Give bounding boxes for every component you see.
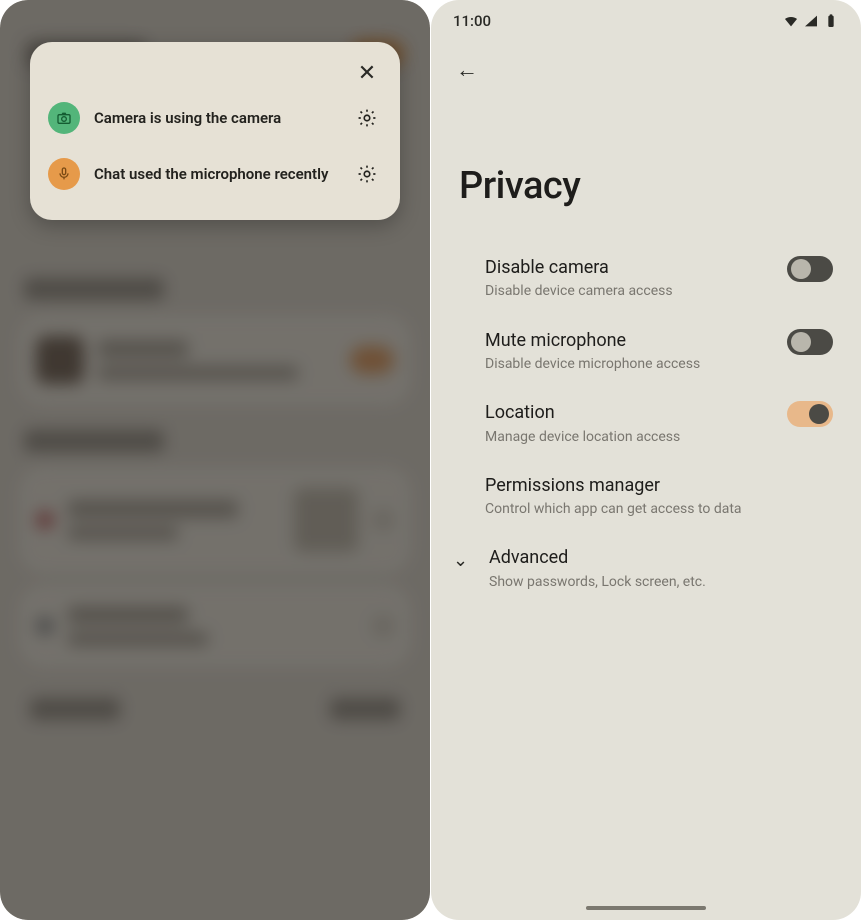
setting-location[interactable]: Location Manage device location access [485, 401, 833, 446]
popup-mic-text: Chat used the microphone recently [94, 165, 338, 183]
home-indicator[interactable] [586, 906, 706, 910]
setting-title: Mute microphone [485, 329, 769, 352]
popup-item-microphone[interactable]: Chat used the microphone recently [46, 146, 384, 202]
signal-icon [803, 13, 819, 29]
camera-toggle[interactable] [787, 256, 833, 282]
back-button[interactable]: ← [451, 54, 483, 86]
location-toggle[interactable] [787, 401, 833, 427]
setting-permissions-manager[interactable]: Permissions manager Control which app ca… [485, 474, 833, 519]
microphone-toggle[interactable] [787, 329, 833, 355]
mic-settings-button[interactable] [352, 159, 382, 189]
privacy-indicator-popup: ✕ Camera is using the camera [30, 42, 400, 220]
gear-icon [356, 163, 378, 185]
left-phone: ✕ Camera is using the camera [0, 0, 430, 920]
camera-settings-button[interactable] [352, 103, 382, 133]
setting-title: Advanced [489, 546, 833, 569]
setting-subtitle: Disable device camera access [485, 282, 769, 300]
setting-subtitle: Show passwords, Lock screen, etc. [489, 573, 833, 591]
setting-title: Disable camera [485, 256, 769, 279]
setting-subtitle: Control which app can get access to data [485, 500, 833, 518]
popup-camera-text: Camera is using the camera [94, 109, 338, 127]
popup-item-camera[interactable]: Camera is using the camera [46, 90, 384, 146]
right-phone: 11:00 ← Privacy Disable camera Disable d… [431, 0, 861, 920]
setting-mute-microphone[interactable]: Mute microphone Disable device microphon… [485, 329, 833, 374]
status-time: 11:00 [453, 12, 491, 30]
back-arrow-icon: ← [456, 57, 478, 83]
status-bar: 11:00 [431, 0, 861, 36]
battery-icon [823, 13, 839, 29]
microphone-icon [48, 158, 80, 190]
gear-icon [356, 107, 378, 129]
setting-title: Permissions manager [485, 474, 833, 497]
settings-list: Disable camera Disable device camera acc… [431, 256, 861, 518]
wifi-icon [783, 13, 799, 29]
setting-advanced[interactable]: ⌄ Advanced Show passwords, Lock screen, … [431, 546, 861, 591]
setting-title: Location [485, 401, 769, 424]
setting-disable-camera[interactable]: Disable camera Disable device camera acc… [485, 256, 833, 301]
chevron-down-icon: ⌄ [453, 546, 471, 571]
setting-subtitle: Disable device microphone access [485, 355, 769, 373]
camera-icon [48, 102, 80, 134]
setting-subtitle: Manage device location access [485, 428, 769, 446]
page-title: Privacy [431, 104, 861, 256]
popup-close-button[interactable]: ✕ [350, 56, 384, 90]
close-icon: ✕ [358, 61, 376, 86]
